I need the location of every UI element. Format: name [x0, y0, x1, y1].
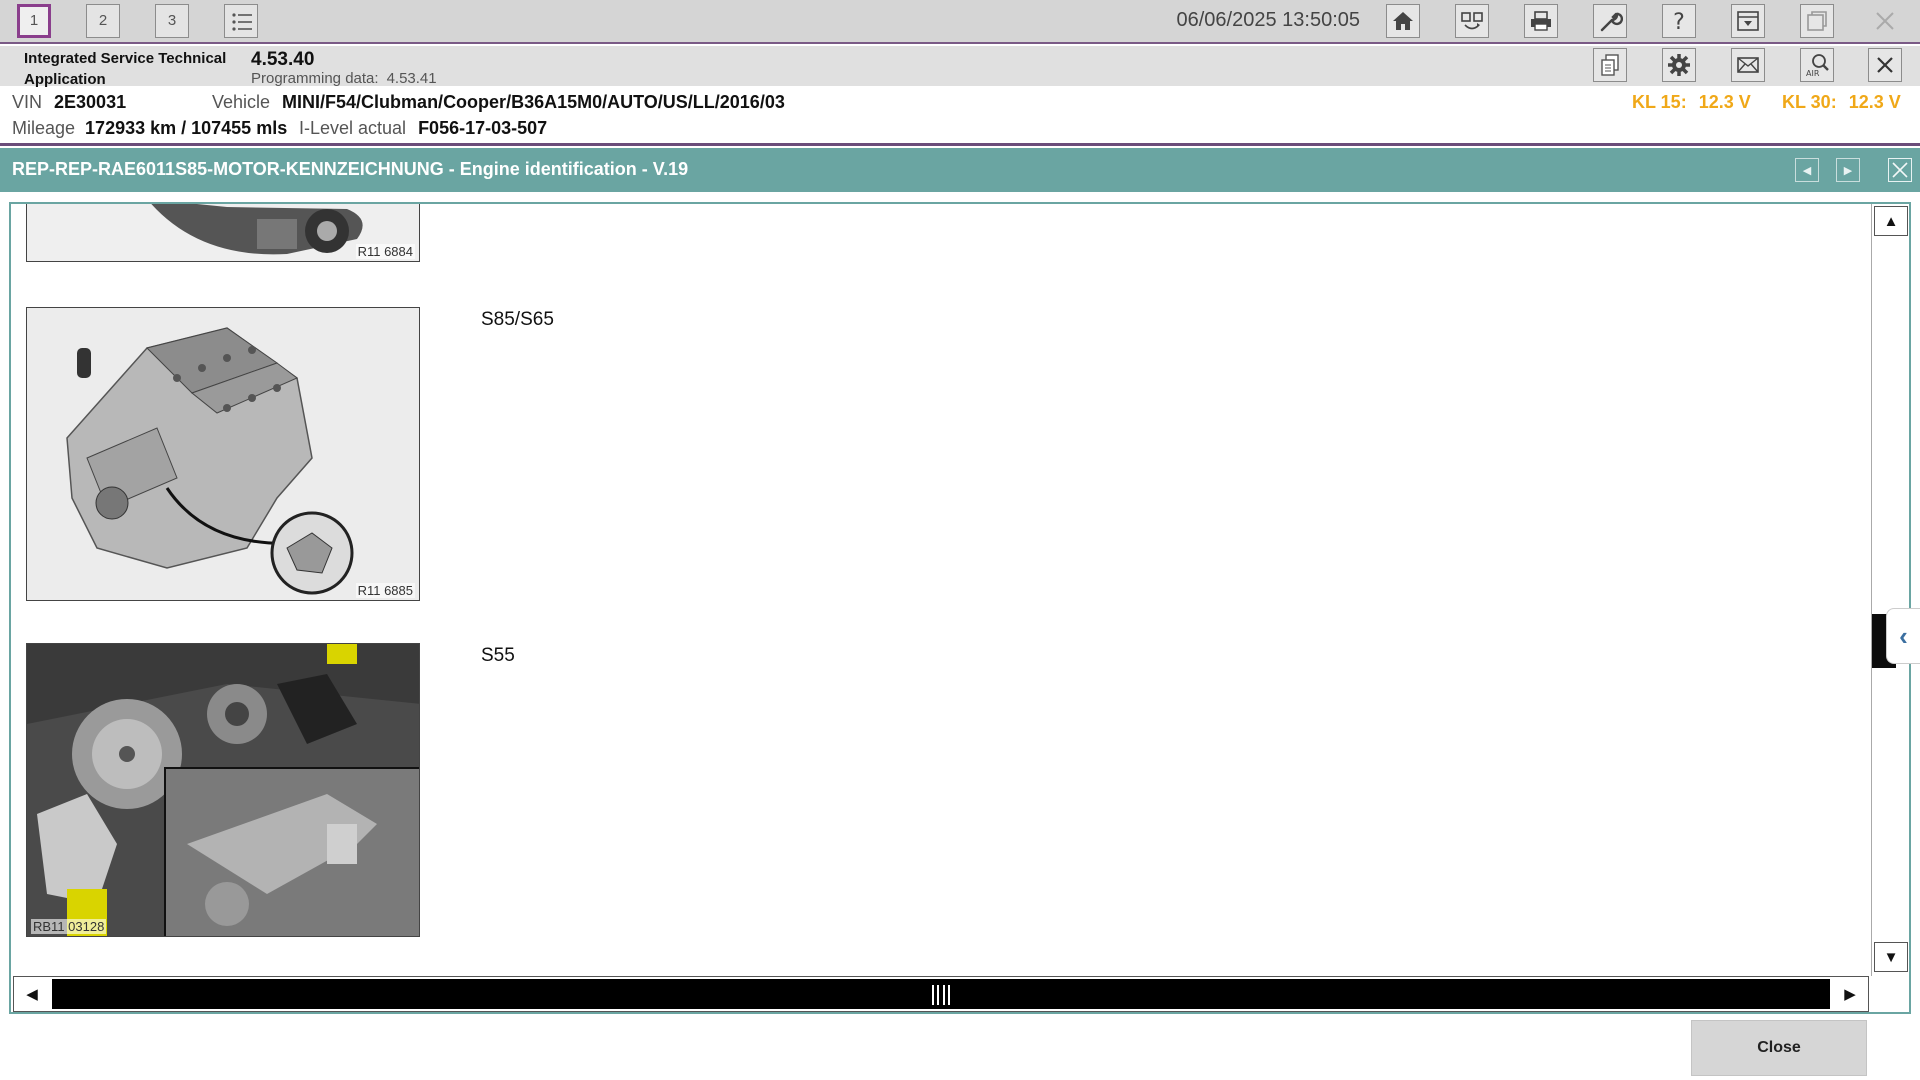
application-info-bar: Integrated Service Technical Application…: [0, 46, 1920, 88]
service-functions-button[interactable]: [1593, 4, 1627, 38]
panel-menu-button[interactable]: [1731, 4, 1765, 38]
documents-icon: [1601, 54, 1619, 76]
documents-button[interactable]: [1593, 48, 1627, 82]
dropdown-panel-icon: [1737, 11, 1759, 31]
engine-photo: [27, 644, 419, 936]
triangle-down-icon: ▼: [1883, 948, 1899, 966]
triangle-up-icon: ▲: [1883, 212, 1899, 230]
air-search-button[interactable]: AIR: [1800, 48, 1834, 82]
svg-text:AIR: AIR: [1806, 69, 1820, 78]
list-icon: [232, 13, 252, 31]
vin-field: VIN 2E30031: [12, 92, 126, 113]
ilevel-label: I-Level actual: [299, 118, 407, 138]
vehicle-value: MINI/F54/Clubman/Cooper/B36A15M0/AUTO/US…: [282, 92, 785, 112]
scroll-down-button[interactable]: ▼: [1874, 942, 1908, 972]
document-content-panel: R11 6884 R11 6885 S85/S65 RB11 03128 S55…: [9, 202, 1911, 1014]
gear-icon: [1668, 54, 1690, 76]
scroll-up-button[interactable]: ▲: [1874, 206, 1908, 236]
home-button[interactable]: [1386, 4, 1420, 38]
kl30-label: KL 30:: [1782, 92, 1837, 112]
triangle-right-icon: ▶: [1843, 164, 1853, 177]
triangle-left-icon: ◀: [26, 986, 38, 1003]
job-list-button[interactable]: [224, 4, 258, 38]
application-version: 4.53.40: [251, 49, 315, 70]
vehicle-swap-button[interactable]: [1455, 4, 1489, 38]
close-document-button[interactable]: [1888, 158, 1912, 182]
top-toolbar: 1 2 3 06/06/2025 13:50:05 ?: [0, 0, 1920, 44]
next-document-button[interactable]: ▶: [1836, 158, 1860, 182]
engine-type-label: S55: [481, 645, 515, 666]
print-button[interactable]: [1524, 4, 1558, 38]
kl15-value: 12.3 V: [1698, 92, 1751, 112]
close-session-button[interactable]: [1868, 48, 1902, 82]
window-restore-icon: [1807, 11, 1827, 31]
close-icon: [1877, 57, 1893, 73]
figure-code: R11 6884: [355, 244, 415, 259]
print-icon: [1531, 11, 1551, 31]
vehicle-field: Vehicle MINI/F54/Clubman/Cooper/B36A15M0/…: [212, 92, 785, 113]
datetime-display: 06/06/2025 13:50:05: [1176, 9, 1360, 31]
settings-button[interactable]: [1662, 48, 1696, 82]
v8-engine-illustration: [27, 308, 419, 600]
mileage-value: 172933 km / 107455 mls: [85, 118, 288, 138]
ilevel-field: I-Level actual F056-17-03-507: [299, 118, 547, 139]
kl30-value: 12.3 V: [1848, 92, 1901, 112]
programming-data: Programming data: 4.53.41: [251, 70, 437, 87]
air-search-icon: AIR: [1806, 54, 1829, 78]
messages-button[interactable]: [1731, 48, 1765, 82]
mileage-label: Mileage: [12, 118, 76, 138]
svg-text:?: ?: [1673, 10, 1685, 34]
kl15-label: KL 15:: [1632, 92, 1687, 112]
help-icon: ?: [1673, 10, 1685, 34]
application-name-line1: Integrated Service Technical: [24, 50, 227, 67]
kl15-voltage: KL 15: 12.3 V: [1632, 92, 1751, 113]
programming-data-label: Programming data:: [251, 70, 379, 87]
chevron-left-icon: ‹: [1899, 620, 1908, 651]
scroll-left-button[interactable]: ◀: [14, 977, 50, 1011]
previous-document-button[interactable]: ◀: [1795, 158, 1819, 182]
help-button[interactable]: ?: [1662, 4, 1696, 38]
mail-icon: [1737, 57, 1759, 73]
kl30-voltage: KL 30: 12.3 V: [1782, 92, 1901, 113]
document-title: REP-REP-RAE6011S85-MOTOR-KENNZEICHNUNG -…: [12, 159, 689, 179]
ilevel-value: F056-17-03-507: [418, 118, 548, 138]
engine-type-label: S85/S65: [481, 309, 554, 330]
vehicle-swap-icon: [1461, 12, 1483, 30]
horizontal-scrollbar[interactable]: ◀ ▶: [13, 976, 1869, 1012]
vin-value: 2E30031: [54, 92, 127, 112]
close-icon: [1892, 162, 1908, 178]
exit-application-button[interactable]: [1868, 4, 1902, 38]
application-name-line2: Application: [24, 71, 106, 88]
home-icon: [1393, 12, 1413, 30]
vin-label: VIN: [12, 92, 43, 112]
figure-code: RB11 03128: [31, 919, 107, 934]
application-name: Integrated Service Technical Application: [24, 48, 226, 90]
triangle-left-icon: ◀: [1802, 164, 1812, 177]
triangle-right-icon: ▶: [1844, 986, 1856, 1003]
scroll-right-button[interactable]: ▶: [1832, 977, 1868, 1011]
programming-data-value: 4.53.41: [386, 70, 437, 87]
close-icon: [1876, 12, 1894, 30]
session-tab-3[interactable]: 3: [155, 4, 189, 38]
figure-engine-rb11-03128: RB11 03128: [26, 643, 420, 937]
session-tab-2[interactable]: 2: [86, 4, 120, 38]
window-restore-button[interactable]: [1800, 4, 1834, 38]
header-divider: [0, 143, 1920, 146]
figure-engine-r11-6885: R11 6885: [26, 307, 420, 601]
vehicle-label: Vehicle: [212, 92, 271, 112]
document-viewport[interactable]: R11 6884 R11 6885 S85/S65 RB11 03128 S55: [11, 204, 1871, 974]
grip-icon: [932, 985, 950, 1005]
wrench-icon: [1600, 12, 1623, 32]
figure-code: R11 6885: [355, 583, 415, 598]
document-title-bar: REP-REP-RAE6011S85-MOTOR-KENNZEICHNUNG -…: [0, 148, 1920, 192]
mileage-field: Mileage 172933 km / 107455 mls: [12, 118, 287, 139]
vertical-scrollbar[interactable]: ▲ ▼: [1871, 204, 1909, 976]
figure-engine-r11-6884: R11 6884: [26, 204, 420, 262]
side-panel-toggle[interactable]: ‹: [1886, 608, 1920, 664]
close-button[interactable]: Close: [1691, 1020, 1867, 1076]
horizontal-scroll-thumb[interactable]: [52, 979, 1830, 1009]
session-tab-1[interactable]: 1: [17, 4, 51, 38]
